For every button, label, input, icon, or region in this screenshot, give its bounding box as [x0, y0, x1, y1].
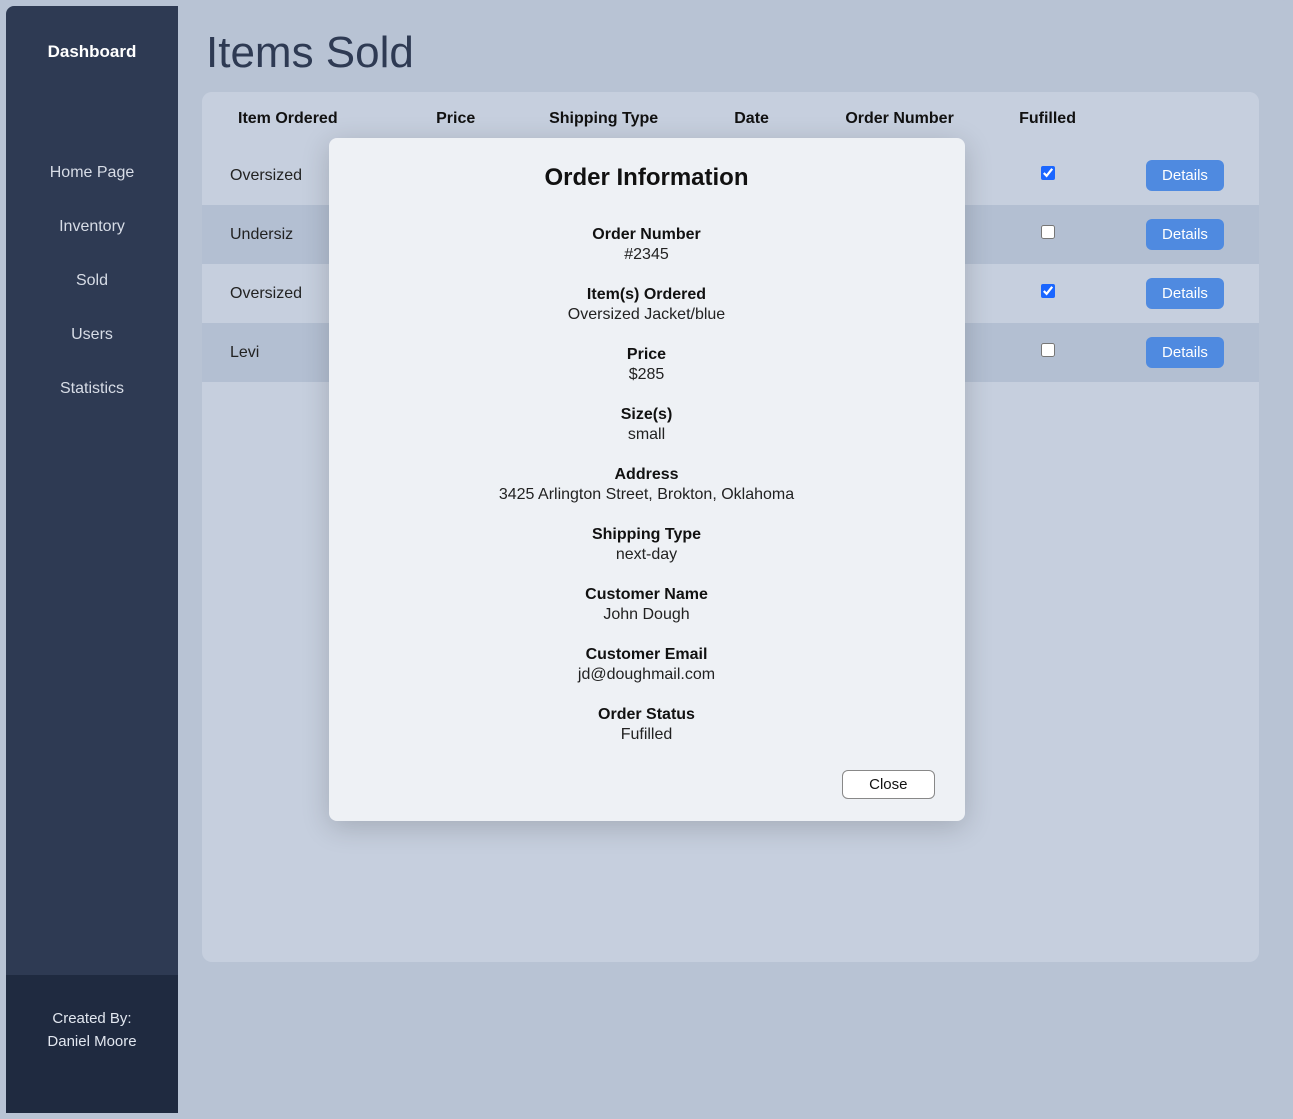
info-items-ordered: Item(s) Ordered Oversized Jacket/blue — [359, 286, 935, 324]
label-order-number: Order Number — [359, 226, 935, 244]
details-button[interactable]: Details — [1146, 160, 1224, 191]
cell-actions: Details — [1111, 205, 1259, 264]
sidebar-item-users[interactable]: Users — [6, 308, 178, 362]
label-address: Address — [359, 466, 935, 484]
sidebar-item-home[interactable]: Home Page — [6, 146, 178, 200]
cell-actions: Details — [1111, 146, 1259, 205]
value-order-number: #2345 — [359, 246, 935, 264]
sidebar: Dashboard Home Page Inventory Sold Users… — [6, 6, 178, 1113]
cell-actions: Details — [1111, 323, 1259, 382]
fulfilled-checkbox[interactable] — [1041, 225, 1055, 239]
value-shipping: next-day — [359, 546, 935, 564]
sidebar-item-inventory[interactable]: Inventory — [6, 200, 178, 254]
cell-fulfilled — [984, 146, 1111, 205]
col-fulfilled: Fufilled — [984, 92, 1111, 146]
info-sizes: Size(s) small — [359, 406, 935, 444]
info-price: Price $285 — [359, 346, 935, 384]
col-actions — [1111, 92, 1259, 146]
footer-created-by: Created By: — [16, 1007, 168, 1030]
cell-fulfilled — [984, 323, 1111, 382]
info-customer-email: Customer Email jd@doughmail.com — [359, 646, 935, 684]
footer-author: Daniel Moore — [16, 1030, 168, 1053]
label-sizes: Size(s) — [359, 406, 935, 424]
value-items-ordered: Oversized Jacket/blue — [359, 306, 935, 324]
sidebar-item-sold[interactable]: Sold — [6, 254, 178, 308]
fulfilled-checkbox[interactable] — [1041, 343, 1055, 357]
cell-fulfilled — [984, 205, 1111, 264]
sidebar-footer: Created By: Daniel Moore — [6, 975, 178, 1114]
info-order-status: Order Status Fufilled — [359, 706, 935, 744]
info-order-number: Order Number #2345 — [359, 226, 935, 264]
label-shipping: Shipping Type — [359, 526, 935, 544]
sidebar-nav: Home Page Inventory Sold Users Statistic… — [6, 146, 178, 416]
fulfilled-checkbox[interactable] — [1041, 284, 1055, 298]
fulfilled-checkbox[interactable] — [1041, 166, 1055, 180]
label-items-ordered: Item(s) Ordered — [359, 286, 935, 304]
order-info-modal: Order Information Order Number #2345 Ite… — [329, 138, 965, 821]
details-button[interactable]: Details — [1146, 337, 1224, 368]
cell-actions: Details — [1111, 264, 1259, 323]
modal-title: Order Information — [359, 164, 935, 192]
details-button[interactable]: Details — [1146, 278, 1224, 309]
sidebar-brand: Dashboard — [6, 6, 178, 106]
value-customer-name: John Dough — [359, 606, 935, 624]
label-order-status: Order Status — [359, 706, 935, 724]
cell-fulfilled — [984, 264, 1111, 323]
info-address: Address 3425 Arlington Street, Brokton, … — [359, 466, 935, 504]
label-customer-name: Customer Name — [359, 586, 935, 604]
details-button[interactable]: Details — [1146, 219, 1224, 250]
value-price: $285 — [359, 366, 935, 384]
sidebar-item-statistics[interactable]: Statistics — [6, 362, 178, 416]
value-customer-email: jd@doughmail.com — [359, 666, 935, 684]
label-price: Price — [359, 346, 935, 364]
close-button[interactable]: Close — [842, 770, 934, 799]
value-sizes: small — [359, 426, 935, 444]
label-customer-email: Customer Email — [359, 646, 935, 664]
value-address: 3425 Arlington Street, Brokton, Oklahoma — [359, 486, 935, 504]
info-shipping: Shipping Type next-day — [359, 526, 935, 564]
modal-footer: Close — [359, 770, 935, 799]
value-order-status: Fufilled — [359, 726, 935, 744]
page-title: Items Sold — [206, 28, 1259, 78]
info-customer-name: Customer Name John Dough — [359, 586, 935, 624]
